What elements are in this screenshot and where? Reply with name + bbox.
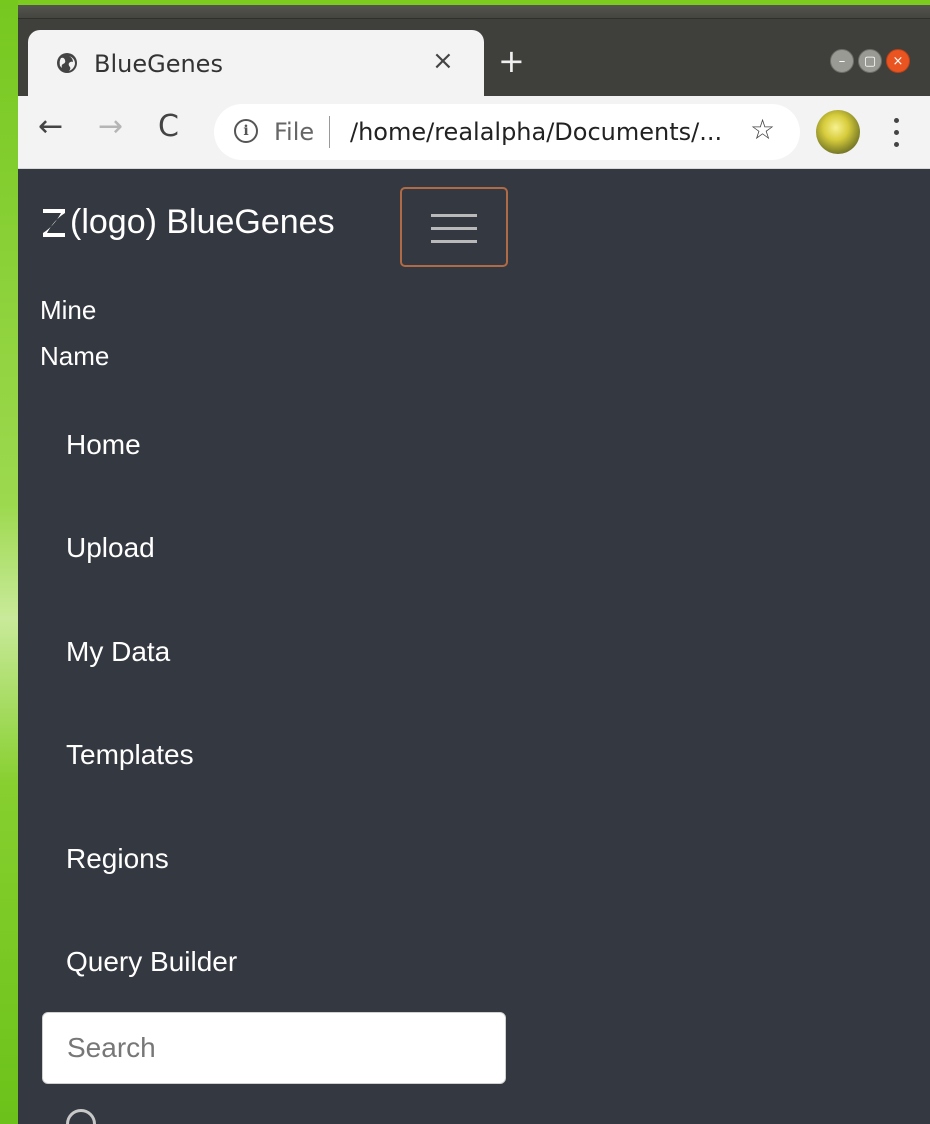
hamburger-bar [431, 240, 477, 243]
browser-toolbar: ← → C i File /home/realalpha/Documents/.… [18, 96, 930, 169]
back-button[interactable]: ← [38, 112, 63, 142]
mine-name: Mine Name [40, 295, 110, 371]
window-close-icon: × [892, 53, 904, 69]
browser-menu-icon[interactable] [886, 116, 906, 150]
url-text[interactable]: /home/realalpha/Documents/... [350, 118, 722, 146]
address-separator [329, 116, 330, 148]
tab-bluegenes[interactable]: BlueGenes × [28, 30, 484, 96]
nav-item-upload[interactable]: Upload [66, 532, 155, 564]
dna-logo-icon [43, 208, 65, 237]
tab-strip: BlueGenes × + – ▢ × [18, 5, 930, 96]
hamburger-bar [431, 227, 477, 230]
globe-icon [57, 53, 77, 73]
tab-title: BlueGenes [94, 50, 223, 78]
bookmark-star-icon[interactable]: ☆ [750, 116, 775, 144]
nav-item-my-data[interactable]: My Data [66, 636, 170, 668]
desktop-background [0, 0, 18, 1124]
hamburger-bar [431, 214, 477, 217]
scheme-label: File [274, 118, 315, 146]
maximize-button[interactable]: ▢ [858, 49, 882, 73]
maximize-icon: ▢ [863, 53, 877, 69]
info-icon[interactable]: i [234, 119, 258, 143]
window-close-button[interactable]: × [886, 49, 910, 73]
brand-link[interactable]: (logo) BlueGenes [40, 203, 335, 242]
forward-button[interactable]: → [98, 112, 123, 142]
nav-item-templates[interactable]: Templates [66, 739, 194, 771]
address-bar[interactable]: i File /home/realalpha/Documents/... ☆ [214, 104, 800, 160]
brand-text: (logo) BlueGenes [70, 203, 335, 241]
app-page: (logo) BlueGenes Mine Name Home Upload M… [18, 169, 930, 1124]
nav-item-regions[interactable]: Regions [66, 843, 169, 875]
minimize-button[interactable]: – [830, 49, 854, 73]
search-input[interactable] [42, 1012, 506, 1084]
tab-close-icon[interactable]: × [432, 46, 454, 76]
account-icon[interactable] [66, 1109, 96, 1124]
navbar-toggle-button[interactable] [400, 187, 508, 267]
profile-avatar[interactable] [816, 110, 860, 154]
browser-window: BlueGenes × + – ▢ × ← → C i File /home/r… [18, 5, 930, 1124]
nav-item-home[interactable]: Home [66, 429, 141, 461]
reload-button[interactable]: C [158, 112, 179, 142]
minimize-icon: – [838, 53, 846, 69]
tab-strip-top-bar [18, 5, 930, 19]
nav-item-query-builder[interactable]: Query Builder [66, 946, 237, 978]
new-tab-button[interactable]: + [498, 45, 525, 77]
